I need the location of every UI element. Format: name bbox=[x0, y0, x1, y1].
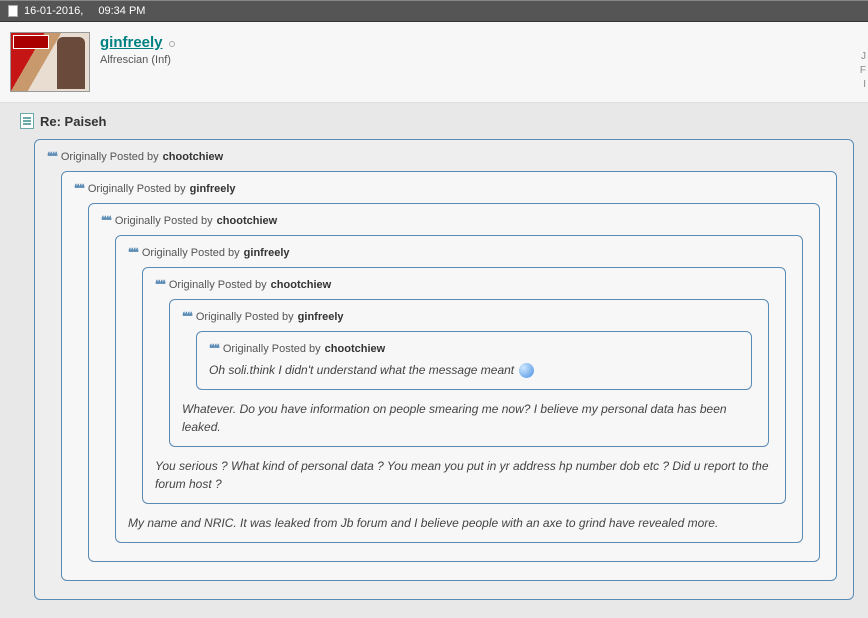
quote-attribution: ❝❝ Originally Posted by chootchiew bbox=[47, 150, 841, 163]
quote-text: Whatever. Do you have information on peo… bbox=[182, 400, 756, 436]
quote-icon: ❝❝ bbox=[209, 342, 219, 355]
quote-block: ❝❝ Originally Posted by ginfreely ❝❝ Ori… bbox=[115, 235, 803, 543]
quote-block: ❝❝ Originally Posted by ginfreely ❝❝ Ori… bbox=[169, 299, 769, 447]
quote-attribution: ❝❝ Originally Posted by ginfreely bbox=[74, 182, 824, 195]
quote-block: ❝❝ Originally Posted by chootchiew ❝❝ Or… bbox=[88, 203, 820, 562]
quote-icon: ❝❝ bbox=[74, 182, 84, 195]
post-title-row: Re: Paiseh bbox=[20, 113, 858, 129]
quote-text: My name and NRIC. It was leaked from Jb … bbox=[128, 514, 790, 532]
quote-attribution: ❝❝ Originally Posted by ginfreely bbox=[182, 310, 756, 323]
username-link[interactable]: ginfreely bbox=[100, 34, 163, 51]
quote-text: You serious ? What kind of personal data… bbox=[155, 457, 773, 493]
quote-icon: ❝❝ bbox=[155, 278, 165, 291]
avatar[interactable] bbox=[10, 32, 90, 92]
quote-attribution: ❝❝ Originally Posted by ginfreely bbox=[128, 246, 790, 259]
quote-block: ❝❝ Originally Posted by chootchiew ❝❝ Or… bbox=[142, 267, 786, 504]
quote-block: ❝❝ Originally Posted by chootchiew ❝❝ Or… bbox=[34, 139, 854, 600]
page-icon bbox=[8, 5, 18, 17]
post-title-icon bbox=[20, 113, 34, 129]
quote-icon: ❝❝ bbox=[101, 214, 111, 227]
right-edge-text: JFI bbox=[860, 50, 866, 92]
quote-icon: ❝❝ bbox=[128, 246, 138, 259]
user-info-panel: ginfreely Alfrescian (Inf) JFI bbox=[0, 22, 868, 103]
post-title: Re: Paiseh bbox=[40, 114, 106, 129]
quote-attribution: ❝❝ Originally Posted by chootchiew bbox=[209, 342, 739, 355]
post-time: 09:34 PM bbox=[98, 5, 145, 17]
quote-attribution: ❝❝ Originally Posted by chootchiew bbox=[101, 214, 807, 227]
quote-icon: ❝❝ bbox=[182, 310, 192, 323]
online-status-icon bbox=[169, 41, 175, 47]
quote-block: ❝❝ Originally Posted by ginfreely ❝❝ Ori… bbox=[61, 171, 837, 581]
post-header: 16-01-2016, 09:34 PM bbox=[0, 0, 868, 22]
quote-block: ❝❝ Originally Posted by chootchiew Oh so… bbox=[196, 331, 752, 390]
laughing-emoji-icon bbox=[519, 363, 534, 378]
post-date: 16-01-2016, bbox=[24, 5, 83, 17]
quote-text: Oh soli.think I didn't understand what t… bbox=[209, 361, 739, 379]
quote-icon: ❝❝ bbox=[47, 150, 57, 163]
quote-attribution: ❝❝ Originally Posted by chootchiew bbox=[155, 278, 773, 291]
user-title: Alfrescian (Inf) bbox=[100, 53, 175, 68]
